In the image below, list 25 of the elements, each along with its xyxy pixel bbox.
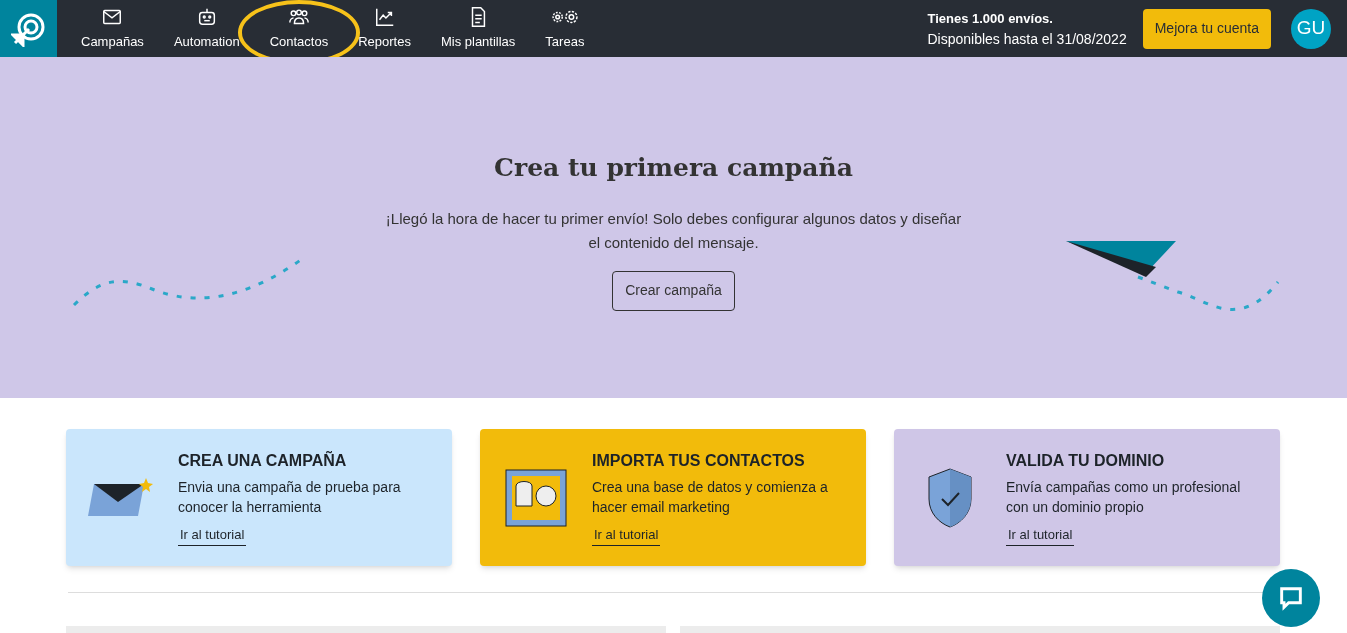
nav-tab[interactable]: Tareas <box>533 0 597 57</box>
card-title: VALIDA TU DOMINIO <box>1006 451 1166 472</box>
card-title: CREA UNA CAMPAÑA <box>178 450 348 472</box>
nav-tab[interactable]: Mis plantillas <box>428 0 528 57</box>
nav-tab[interactable]: Automation <box>161 0 252 57</box>
chat-button[interactable] <box>1262 569 1320 627</box>
card-title: IMPORTA TUS CONTACTOS <box>592 451 806 472</box>
upgrade-button[interactable]: Mejora tu cuenta <box>1142 8 1271 49</box>
card-description: Envia una campaña de prueba para conocer la herramienta <box>178 478 402 518</box>
plan-expiry: Disponibles hasta el 31/08/2022 <box>927 29 1127 49</box>
tutorial-link[interactable]: Ir al tutorial <box>592 525 661 546</box>
card-description: Envía campañas como un profesional con un dominio propio <box>1006 478 1242 518</box>
tutorial-link[interactable]: Ir al tutorial <box>1006 525 1075 546</box>
nav-tab[interactable]: Reportes <box>346 0 423 57</box>
create-campaign-button[interactable]: Crear campaña <box>612 270 735 311</box>
hero-title: Crea tu primera campaña <box>494 152 853 184</box>
nav-tab[interactable]: Campañas <box>69 0 156 57</box>
chat-icon <box>1277 584 1305 612</box>
nav-tab[interactable]: Contactos <box>257 0 341 57</box>
hero-description: ¡Llegó la hora de hacer tu primer envío! Solo debes configurar algunos datos y diseñar el contenido del mensaje. <box>384 208 963 253</box>
tutorial-link[interactable]: Ir al tutorial <box>178 525 247 546</box>
plan-title: Tienes 1.000 envíos. <box>927 9 1054 28</box>
card-description: Crea una base de datos y comienza a hacer email marketing <box>592 478 829 518</box>
shield-check-icon <box>925 466 975 529</box>
app-logo[interactable] <box>0 0 57 57</box>
